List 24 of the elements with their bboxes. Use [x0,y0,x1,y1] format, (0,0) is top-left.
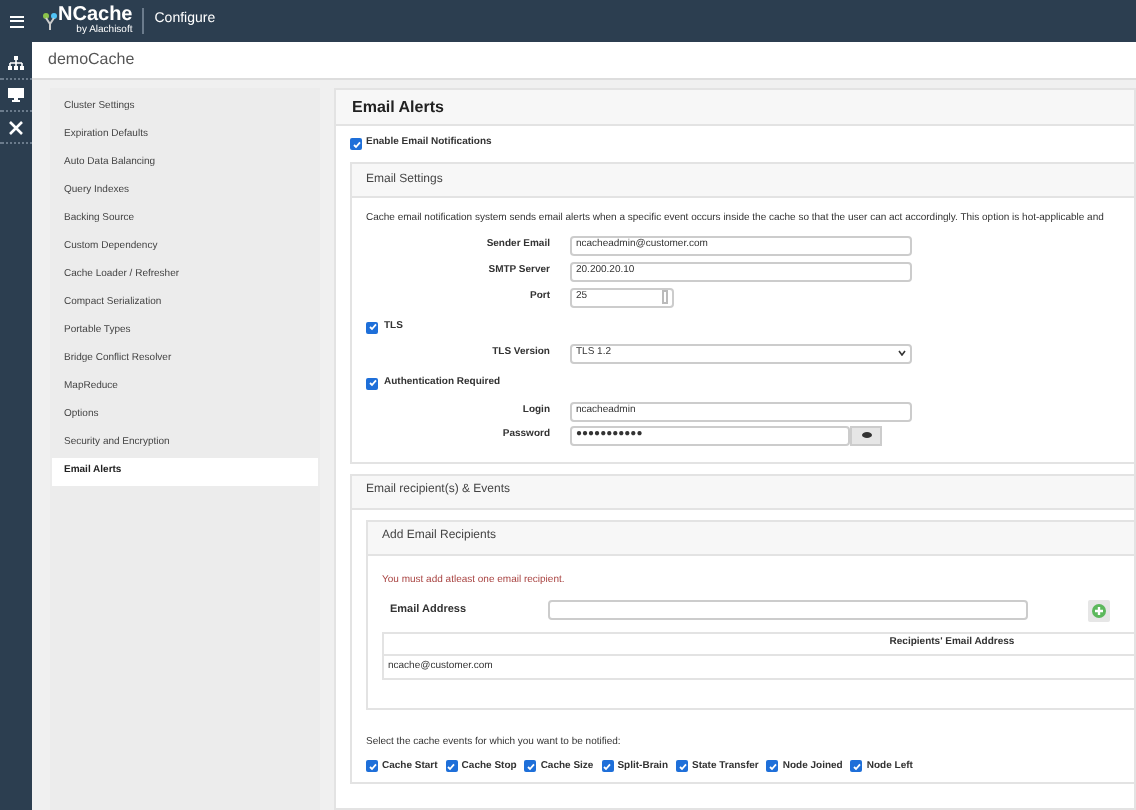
checkbox[interactable] [524,760,537,773]
hierarchy-icon[interactable] [8,56,24,70]
monitor-icon[interactable] [8,88,24,102]
checkbox[interactable] [445,760,458,773]
plus-icon [1092,603,1106,617]
logo-text: NCache [58,6,133,26]
caret-icon [898,350,906,356]
checkbox[interactable] [850,760,863,773]
logo-icon [42,11,58,31]
show-password-button[interactable] [850,425,882,445]
add-recipient-button[interactable] [1088,599,1110,621]
email-address-field[interactable] [548,600,1028,620]
checkbox[interactable] [366,321,378,333]
checkbox[interactable] [350,138,362,150]
checkbox[interactable] [766,760,779,773]
checkbox[interactable] [676,760,688,773]
checkbox[interactable] [366,760,378,773]
spinner-icon [662,290,668,304]
menu-icon[interactable] [10,15,24,27]
cache-name: demoCache [48,48,135,72]
eye-icon [861,432,871,438]
checkbox[interactable] [601,760,614,773]
checkbox[interactable] [366,377,378,389]
page-title: Email Alerts [352,95,444,119]
